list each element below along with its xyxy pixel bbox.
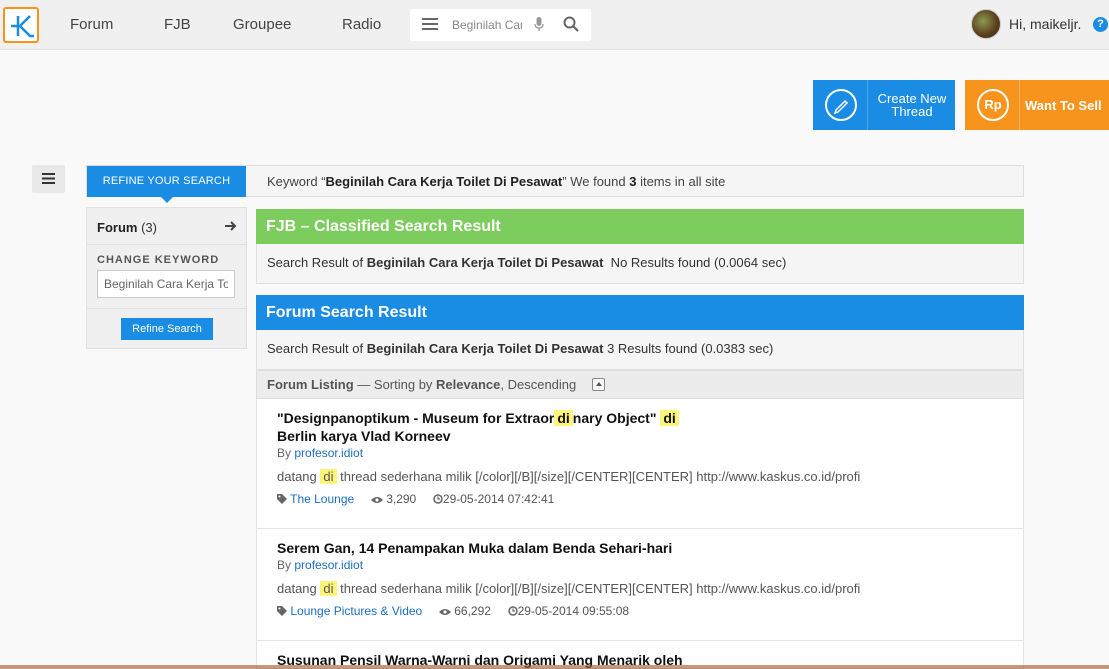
- forum-prefix: Search Result of: [267, 341, 367, 356]
- create-thread-label-line2: Thread: [891, 104, 933, 119]
- keyword-prefix: Keyword “: [267, 174, 326, 189]
- create-new-thread-button[interactable]: Create New Thread: [813, 80, 955, 130]
- nav-fjb[interactable]: FJB: [164, 16, 191, 33]
- post-date: 29-05-2014 07:42:41: [442, 492, 555, 506]
- sell-icon-box: Rp: [965, 80, 1020, 130]
- refine-header: REFINE YOUR SEARCH Keyword “Beginilah Ca…: [86, 165, 1024, 203]
- refine-panel: Forum (3) CHANGE KEYWORD Refine Search: [86, 207, 247, 349]
- microphone-icon[interactable]: [534, 17, 544, 36]
- change-keyword-label: CHANGE KEYWORD: [97, 254, 220, 266]
- category-link[interactable]: Lounge Pictures & Video: [290, 604, 422, 618]
- forum-filter-count: (3): [141, 220, 157, 235]
- keyword-suffix: items in all site: [636, 174, 726, 189]
- tag-icon: [277, 605, 287, 619]
- help-icon[interactable]: ?: [1093, 17, 1108, 32]
- list-item: Serem Gan, 14 Penampakan Muka dalam Bend…: [256, 529, 1024, 641]
- kaskus-logo[interactable]: [3, 7, 39, 43]
- create-thread-label: Create New Thread: [869, 92, 955, 118]
- forum-filter-name: Forum: [97, 220, 138, 235]
- author-link[interactable]: profesor.idiot: [294, 446, 363, 460]
- menu-icon[interactable]: [422, 17, 438, 34]
- fjb-keyword: Beginilah Cara Kerja Toilet Di Pesawat: [366, 255, 604, 270]
- forum-listing-bar: Forum Listing — Sorting by Relevance, De…: [256, 370, 1024, 399]
- highlight: di: [554, 410, 573, 426]
- tag-icon: [277, 493, 287, 507]
- snippet-part: thread sederhana milik [/color][/B][/siz…: [336, 581, 861, 596]
- eye-icon: [438, 605, 451, 619]
- highlight: di: [320, 469, 337, 484]
- sort-field: Relevance: [436, 377, 501, 392]
- want-to-sell-label: Want To Sell: [1025, 98, 1102, 113]
- author-link[interactable]: profesor.idiot: [294, 558, 363, 572]
- sidebar-toggle-button[interactable]: [32, 165, 65, 193]
- user-greeting[interactable]: Hi, maikeljr.: [1009, 16, 1081, 32]
- result-title[interactable]: "Designpanoptikum - Museum for Extraor di…: [277, 409, 679, 445]
- forum-listing-label: Forum Listing: [267, 377, 354, 392]
- avatar[interactable]: [971, 9, 1001, 39]
- result-meta: The Lounge 3,290 29-05-2014 07:42:41: [277, 492, 554, 507]
- highlight: di: [320, 581, 337, 596]
- nav-groupee[interactable]: Groupee: [233, 16, 291, 33]
- forum-status: 3 Results found (0.0383 sec): [603, 341, 774, 356]
- result-byline: By profesor.idiot: [277, 558, 363, 572]
- nav-forum[interactable]: Forum: [70, 16, 113, 33]
- clock-icon: [433, 493, 443, 507]
- by-label: By: [277, 446, 295, 460]
- snippet-part: datang: [277, 469, 321, 484]
- result-snippet: datang di thread sederhana milik [/color…: [277, 469, 860, 484]
- category-link[interactable]: The Lounge: [290, 492, 354, 506]
- result-byline: By profesor.idiot: [277, 446, 363, 460]
- fjb-section-title: FJB – Classified Search Result: [256, 209, 1024, 244]
- arrow-right-icon[interactable]: [224, 220, 237, 235]
- keyword-text: Beginilah Cara Kerja Toilet Di Pesawat: [325, 174, 563, 189]
- result-title[interactable]: Serem Gan, 14 Penampakan Muka dalam Bend…: [277, 539, 672, 557]
- forum-result-summary: Search Result of Beginilah Cara Kerja To…: [256, 330, 1024, 370]
- rupiah-icon: Rp: [977, 89, 1009, 121]
- fjb-status: No Results found (0.0064 sec): [603, 255, 787, 270]
- top-nav: Forum FJB Groupee Radio Hi, maikeljr. ?: [0, 0, 1109, 50]
- highlight: di: [660, 410, 679, 426]
- pencil-icon: [825, 89, 857, 121]
- sort-order: , Descending: [500, 377, 577, 392]
- forum-filter-row[interactable]: Forum (3): [87, 208, 246, 245]
- search-box: [410, 9, 591, 41]
- eye-icon: [370, 493, 383, 507]
- panel-divider: [87, 308, 246, 309]
- search-icon[interactable]: [563, 16, 579, 35]
- result-title-part: "Designpanoptikum - Museum for Extraor: [277, 410, 555, 426]
- keyword-mid: ” We found: [562, 174, 630, 189]
- want-to-sell-button[interactable]: Rp Want To Sell: [965, 80, 1109, 130]
- keyword-summary: Keyword “Beginilah Cara Kerja Toilet Di …: [267, 174, 725, 189]
- page-bottom-edge: [0, 665, 1109, 669]
- post-date: 29-05-2014 09:55:08: [517, 604, 630, 618]
- refine-search-button[interactable]: Refine Search: [121, 318, 213, 340]
- nav-radio[interactable]: Radio: [342, 16, 381, 33]
- search-input[interactable]: [452, 16, 522, 34]
- snippet-part: thread sederhana milik [/color][/B][/siz…: [336, 469, 861, 484]
- view-count: 66,292: [454, 604, 491, 618]
- view-count: 3,290: [386, 492, 417, 506]
- fjb-prefix: Search Result of: [267, 255, 367, 270]
- forum-filter-label: Forum (3): [97, 220, 157, 235]
- snippet-part: datang: [277, 581, 321, 596]
- collapse-icon[interactable]: [592, 378, 605, 391]
- refine-your-search-tab[interactable]: REFINE YOUR SEARCH: [87, 166, 246, 203]
- result-snippet: datang di thread sederhana milik [/color…: [277, 581, 860, 596]
- keyword-input[interactable]: [97, 270, 235, 298]
- hamburger-icon: [42, 173, 55, 184]
- result-meta: Lounge Pictures & Video 66,292 29-05-201…: [277, 604, 629, 619]
- result-title-part: nary Object": [572, 410, 661, 426]
- forum-keyword: Beginilah Cara Kerja Toilet Di Pesawat: [366, 341, 604, 356]
- forum-section-title: Forum Search Result: [256, 295, 1024, 330]
- fjb-result-summary: Search Result of Beginilah Cara Kerja To…: [256, 244, 1024, 284]
- result-title-part: Berlin karya Vlad Korneev: [277, 428, 451, 444]
- by-label: By: [277, 558, 295, 572]
- sorting-text: — Sorting by: [353, 377, 437, 392]
- create-icon-box: [813, 80, 868, 130]
- list-item: "Designpanoptikum - Museum for Extraor di…: [256, 399, 1024, 529]
- clock-icon: [507, 605, 518, 619]
